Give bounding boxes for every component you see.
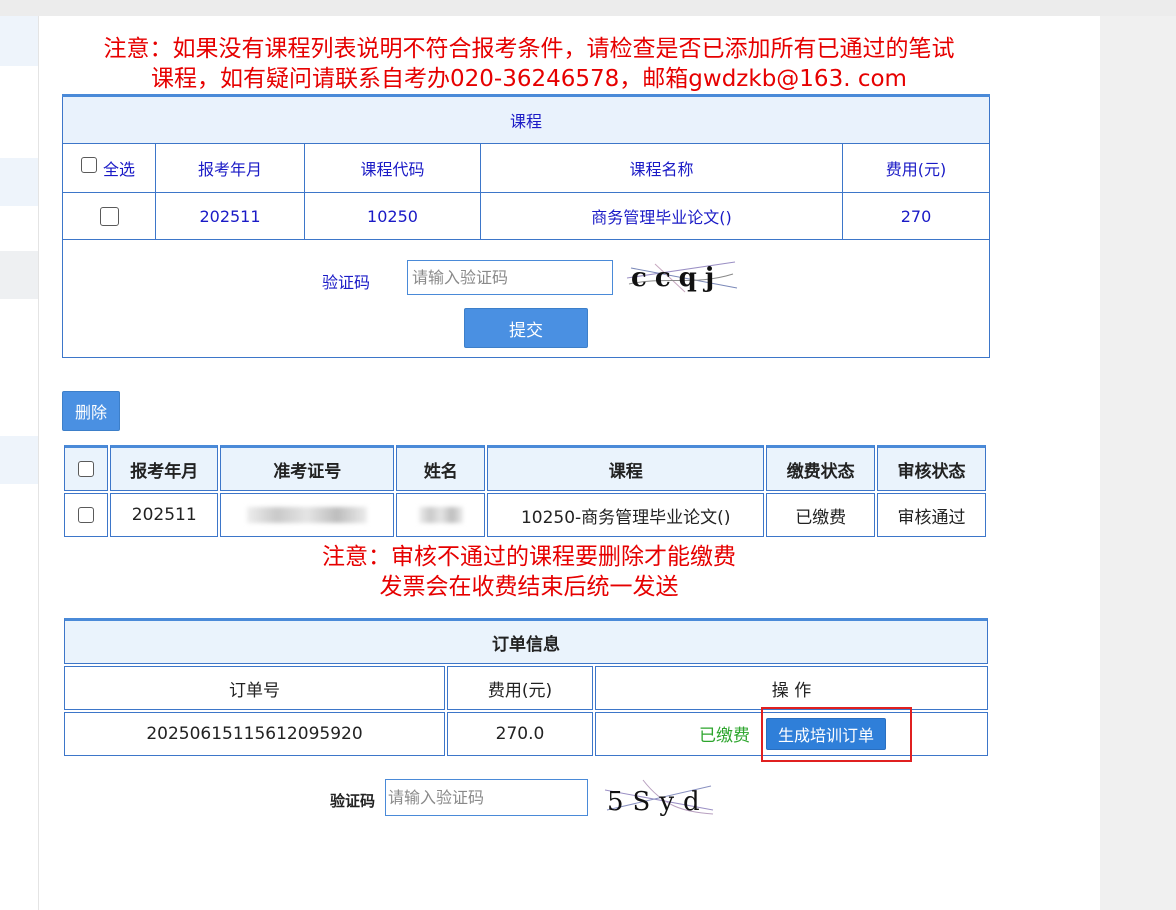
course-table: 课程 全选 报考年月 课程代码 课程名称 费用(元) 202511 10250 … — [61, 94, 991, 358]
course-month: 202511 — [155, 192, 305, 240]
table-row: 20250615115612095920 270.0 已缴费 生成培训订单 — [64, 712, 988, 756]
col-header-name: 课程名称 — [480, 143, 843, 193]
order-action-cell: 已缴费 生成培训订单 — [595, 712, 988, 756]
notice-mid: 注意：审核不通过的课程要删除才能缴费 发票会在收费结束后统一发送 — [322, 544, 736, 600]
table-row: 202511 10250 商务管理毕业论文() 270 — [62, 192, 991, 240]
captcha2-text: 5Syd — [607, 787, 709, 817]
redacted-ticket — [247, 507, 368, 523]
submit-button[interactable]: 提交 — [464, 308, 588, 348]
reg-header-pay-status: 缴费状态 — [766, 445, 876, 491]
captcha2-input[interactable] — [385, 779, 588, 816]
captcha-label: 验证码 — [322, 273, 371, 292]
order-table: 订单信息 订单号 费用(元) 操 作 20250615115612095920 … — [62, 616, 990, 758]
reg-name-blurred — [396, 493, 486, 537]
sidebar-item[interactable] — [0, 436, 38, 484]
course-fee: 270 — [841, 192, 991, 240]
reg-header-name: 姓名 — [396, 445, 486, 491]
sidebar-item[interactable] — [0, 16, 38, 66]
notice-top: 注意：如果没有课程列表说明不符合报考条件，请检查是否已添加所有已通过的笔试 课程… — [103, 36, 955, 92]
reg-select-all-checkbox[interactable] — [78, 461, 95, 477]
redacted-name — [418, 507, 463, 523]
reg-ticket-blurred — [220, 493, 395, 537]
main-content: 注意：如果没有课程列表说明不符合报考条件，请检查是否已添加所有已通过的笔试 课程… — [39, 16, 1100, 910]
reg-header-ticket: 准考证号 — [220, 445, 395, 491]
col-header-code: 课程代码 — [304, 143, 481, 193]
select-all-cell: 全选 — [62, 143, 156, 193]
reg-month: 202511 — [110, 493, 219, 537]
left-sidebar — [0, 16, 39, 910]
paid-label: 已缴费 — [699, 726, 750, 746]
captcha-area: 验证码 ccqj 提交 — [61, 239, 991, 358]
reg-header-review-status: 审核状态 — [877, 445, 986, 491]
reg-header-course: 课程 — [487, 445, 765, 491]
delete-button[interactable]: 删除 — [62, 391, 120, 431]
select-all-checkbox[interactable] — [81, 157, 97, 173]
course-row-checkbox[interactable] — [99, 207, 119, 226]
captcha-text: ccqj — [631, 263, 722, 293]
captcha2-label: 验证码 — [330, 792, 376, 810]
col-header-month: 报考年月 — [155, 143, 305, 193]
course-table-title: 课程 — [61, 95, 991, 144]
course-code: 10250 — [304, 192, 481, 240]
captcha2-image[interactable]: 5Syd — [603, 776, 717, 818]
order-header-fee: 费用(元) — [447, 666, 593, 710]
reg-course: 10250-商务管理毕业论文() — [487, 493, 765, 537]
reg-review-status: 审核通过 — [877, 493, 986, 537]
registration-table: 报考年月 准考证号 姓名 课程 缴费状态 审核状态 202511 10250-商… — [62, 443, 988, 539]
col-header-fee: 费用(元) — [841, 143, 991, 193]
order-table-title: 订单信息 — [64, 618, 988, 664]
course-name: 商务管理毕业论文() — [480, 192, 843, 240]
table-row: 202511 10250-商务管理毕业论文() 已缴费 审核通过 — [64, 493, 986, 537]
select-all-label: 全选 — [102, 160, 135, 179]
reg-row-checkbox[interactable] — [78, 507, 95, 523]
order-no: 20250615115612095920 — [64, 712, 445, 756]
reg-pay-status: 已缴费 — [766, 493, 876, 537]
top-bar — [0, 0, 1176, 16]
order-header-no: 订单号 — [64, 666, 445, 710]
order-header-action: 操 作 — [595, 666, 988, 710]
captcha-input[interactable] — [407, 260, 613, 295]
order-fee: 270.0 — [447, 712, 593, 756]
captcha-image[interactable]: ccqj — [625, 256, 741, 296]
right-gutter — [1100, 16, 1176, 910]
sidebar-item[interactable] — [0, 158, 38, 206]
generate-training-order-button[interactable]: 生成培训订单 — [766, 718, 887, 750]
reg-header-month: 报考年月 — [110, 445, 219, 491]
sidebar-item[interactable] — [0, 251, 38, 299]
